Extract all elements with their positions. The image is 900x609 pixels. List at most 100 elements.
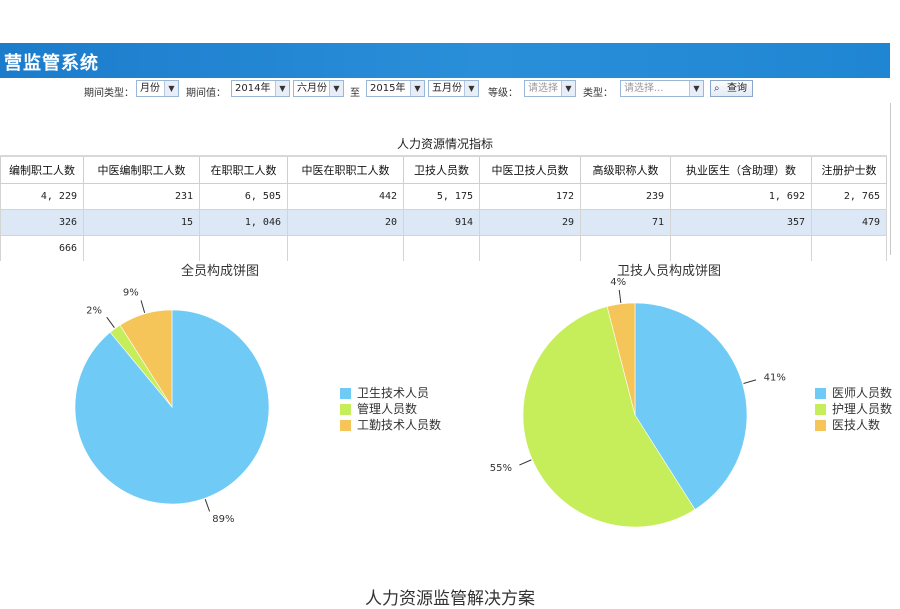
legend-label: 管理人员数 (357, 402, 418, 416)
legend-label: 卫生技术人员 (357, 386, 430, 400)
pie-data-label: 41% (764, 373, 786, 384)
pie-data-label: 89% (212, 514, 234, 525)
table-header-cell: 执业医生（含助理）数 (670, 155, 812, 184)
from-year-select[interactable]: 2014年 ▼ (231, 80, 290, 97)
table-row: 666 (0, 235, 887, 261)
search-icon: ⌕ (714, 83, 720, 94)
legend-swatch (340, 388, 351, 399)
query-button[interactable]: ⌕ 查询 (710, 80, 753, 97)
from-month-select[interactable]: 六月份 ▼ (293, 80, 344, 97)
table-cell (670, 235, 812, 261)
legend-item: 卫生技术人员 (340, 385, 441, 401)
table-cell: 2, 765 (811, 183, 887, 210)
pie1-legend: 卫生技术人员 管理人员数工勤技术人员数 (340, 385, 441, 433)
table-cell (479, 235, 581, 261)
table-cell (83, 235, 200, 261)
query-button-label: 查询 (727, 83, 747, 94)
table-cell (580, 235, 671, 261)
from-year-value: 2014年 (235, 83, 271, 94)
pie-data-label: 2% (86, 306, 102, 317)
app-title: 营监管系统 (4, 53, 99, 74)
pie-label-line (618, 289, 622, 303)
table-header-cell: 中医卫技人员数 (479, 155, 581, 184)
chevron-down-icon: ▼ (275, 81, 289, 96)
pie-data-label: 55% (490, 463, 512, 474)
pie-data-label: 4% (610, 277, 626, 288)
table-cell (403, 235, 480, 261)
period-value-label: 期间值： (186, 88, 226, 99)
to-month-select[interactable]: 五月份 ▼ (428, 80, 479, 97)
table-cell: 20 (287, 209, 404, 236)
table-header-cell: 注册护士数 (811, 155, 887, 184)
tech-staff-composition-pie: 41% 55% 4% (490, 277, 786, 528)
table-header-cell: 编制职工人数 (0, 155, 84, 184)
page-caption: 人力资源监管解决方案 (365, 589, 535, 609)
legend-item: 管理人员数 (340, 401, 441, 417)
staff-composition-pie: 89% 2% 9% (74, 288, 270, 525)
table-title: 人力资源情况指标 (396, 137, 493, 151)
pie-label-line (140, 300, 146, 314)
legend-item: 医师人员数 (815, 385, 892, 401)
table-cell: 357 (670, 209, 812, 236)
period-type-select[interactable]: 月份 ▼ (136, 80, 179, 97)
table-cell: 479 (811, 209, 887, 236)
table-cell: 914 (403, 209, 480, 236)
table-cell: 15 (83, 209, 200, 236)
legend-label: 医技人数 (832, 418, 881, 432)
legend-item: 工勤技术人员数 (340, 417, 441, 433)
to-year-select[interactable]: 2015年 ▼ (366, 80, 425, 97)
table-cell: 239 (580, 183, 671, 210)
to-year-value: 2015年 (370, 83, 406, 94)
table-header-cell: 高级职称人数 (580, 155, 671, 184)
table-cell: 4, 229 (0, 183, 84, 210)
table-cell: 231 (83, 183, 200, 210)
pie2-legend: 医师人员数 护理人员数 医技人数 (815, 385, 892, 433)
from-month-value: 六月份 (297, 83, 327, 94)
table-cell: 5, 175 (403, 183, 480, 210)
table-cell: 326 (0, 209, 84, 236)
table-cell: 1, 046 (199, 209, 288, 236)
legend-swatch (815, 388, 826, 399)
type-label: 类型： (583, 88, 613, 99)
table-cell: 6, 505 (199, 183, 288, 210)
table-header-cell: 中医编制职工人数 (83, 155, 200, 184)
pie-label-line (204, 499, 211, 512)
to-label: 至 (350, 88, 360, 99)
legend-label: 工勤技术人员数 (357, 418, 442, 432)
table-cell: 666 (0, 235, 84, 261)
table-cell: 29 (479, 209, 581, 236)
table-cell: 1, 692 (670, 183, 812, 210)
to-month-value: 五月份 (432, 83, 462, 94)
table-cell: 442 (287, 183, 404, 210)
pie-label-line (743, 379, 757, 384)
table-header-row: 编制职工人数 中医编制职工人数 在职职工人数 中医在职职工人数 卫技人员数 中医卫技人员数… (0, 155, 887, 184)
legend-swatch (340, 404, 351, 415)
table-cell (287, 235, 404, 261)
pie-data-label: 9% (123, 288, 139, 299)
legend-item: 医技人数 (815, 417, 892, 433)
table-cell (199, 235, 288, 261)
period-type-value: 月份 (140, 83, 160, 94)
level-placeholder: 请选择 (528, 83, 558, 94)
legend-item: 护理人员数 (815, 401, 892, 417)
type-select[interactable]: 请选择... ▼ (620, 80, 704, 97)
pie-label-line (519, 459, 532, 466)
filter-bar: 期间类型： 月份 ▼ 期间值： 2014年 ▼ 六月份 ▼ 至 2015年 ▼ … (0, 80, 890, 102)
table-cell: 172 (479, 183, 581, 210)
period-type-label: 期间类型： (84, 88, 134, 99)
table-cell (811, 235, 887, 261)
chevron-down-icon: ▼ (164, 81, 178, 96)
chevron-down-icon: ▼ (464, 81, 478, 96)
table-header-cell: 卫技人员数 (403, 155, 480, 184)
pie-label-line (106, 316, 115, 329)
table-cell: 71 (580, 209, 671, 236)
legend-swatch (340, 420, 351, 431)
legend-label: 医师人员数 (832, 386, 893, 400)
chevron-down-icon: ▼ (329, 81, 343, 96)
table-row: 4, 229 231 6, 505 442 5, 175 172 239 1, 692 2, 7… (0, 183, 887, 210)
app-header: 营监管系统 (0, 43, 890, 78)
level-select[interactable]: 请选择 ▼ (524, 80, 576, 97)
table-row: 326 15 1, 046 20 914 29 71 357 479 (0, 209, 887, 236)
legend-swatch (815, 404, 826, 415)
legend-swatch (815, 420, 826, 431)
